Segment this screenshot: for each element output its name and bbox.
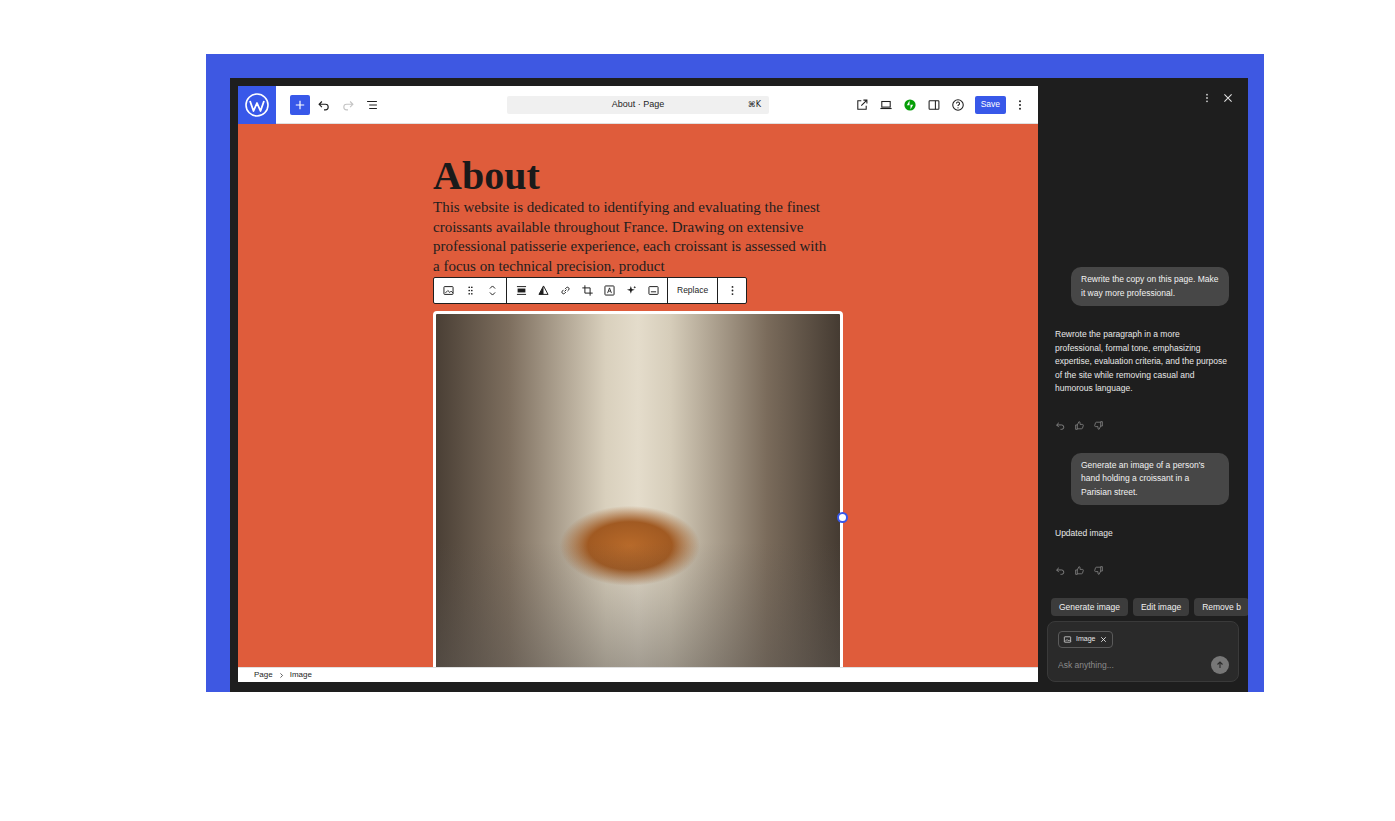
chat-composer: Image	[1047, 621, 1239, 682]
sparkle-icon	[625, 284, 638, 297]
assistant-reply: Updated image	[1055, 527, 1229, 541]
crop-icon	[581, 284, 594, 297]
chat-input[interactable]	[1058, 659, 1203, 672]
editor-canvas[interactable]: About This website is dedicated to ident…	[238, 124, 1038, 667]
feedback-row	[1055, 565, 1229, 576]
assistant-message: Rewrote the paragraph in a more professi…	[1055, 328, 1229, 431]
external-link-icon	[855, 98, 869, 112]
close-panel-button[interactable]	[1222, 89, 1234, 105]
page-paragraph[interactable]: This website is dedicated to identifying…	[433, 198, 835, 276]
toolbar-right: Save	[769, 95, 1038, 115]
breadcrumb-item[interactable]: Image	[290, 669, 312, 681]
jetpack-button[interactable]	[900, 95, 920, 115]
attachment-label: Image	[1076, 634, 1095, 645]
preview-button[interactable]	[876, 95, 896, 115]
command-bar[interactable]: About · Page ⌘K	[507, 96, 769, 114]
vertical-dots-icon	[726, 284, 739, 297]
breadcrumb-bar: Page Image	[238, 667, 1038, 682]
input-row	[1058, 656, 1229, 674]
send-button[interactable]	[1211, 656, 1229, 674]
thumbs-down-icon[interactable]	[1093, 565, 1104, 576]
shortcut-hint: ⌘K	[743, 99, 761, 111]
laptop-icon	[879, 98, 893, 112]
suggestion-chip[interactable]: Remove b	[1194, 598, 1248, 617]
ai-button[interactable]	[621, 280, 641, 302]
drag-icon	[464, 284, 477, 297]
chat-messages: Rewrite the copy on this page. Make it w…	[1038, 108, 1248, 576]
link-icon	[559, 284, 572, 297]
user-message: Generate an image of a person's hand hol…	[1071, 453, 1229, 506]
breadcrumb-item[interactable]: Page	[254, 669, 273, 681]
align-icon	[515, 284, 528, 297]
vertical-dots-icon	[1013, 98, 1027, 112]
undo-icon[interactable]	[1055, 565, 1066, 576]
duotone-icon	[537, 284, 550, 297]
close-icon	[1222, 92, 1234, 104]
options-button[interactable]	[1010, 95, 1030, 115]
list-view-button[interactable]	[362, 95, 382, 115]
replace-button[interactable]: Replace	[672, 286, 713, 295]
app-frame: About · Page ⌘K Save About This website …	[230, 78, 1248, 692]
caption-icon	[647, 284, 660, 297]
attachment-chip[interactable]: Image	[1058, 631, 1113, 648]
vertical-dots-icon	[1201, 92, 1213, 104]
thumbs-up-icon[interactable]	[1074, 420, 1085, 431]
top-toolbar: About · Page ⌘K Save	[238, 86, 1038, 124]
help-button[interactable]	[948, 95, 968, 115]
up-down-icon	[486, 284, 499, 297]
undo-button[interactable]	[314, 95, 334, 115]
toolbar-left	[238, 86, 507, 124]
link-button[interactable]	[555, 280, 575, 302]
undo-icon[interactable]	[1055, 420, 1066, 431]
duotone-button[interactable]	[533, 280, 553, 302]
redo-button[interactable]	[338, 95, 358, 115]
backdrop: About · Page ⌘K Save About This website …	[206, 54, 1264, 692]
assistant-reply: Rewrote the paragraph in a more professi…	[1055, 328, 1229, 396]
thumbs-down-icon[interactable]	[1093, 420, 1104, 431]
suggestion-chip[interactable]: Generate image	[1051, 598, 1128, 617]
settings-sidebar-button[interactable]	[924, 95, 944, 115]
block-toolbar: Replace	[433, 277, 747, 304]
help-icon	[951, 98, 965, 112]
image-icon	[1063, 635, 1072, 644]
suggestion-chip[interactable]: Edit image	[1133, 598, 1189, 617]
redo-icon	[341, 98, 355, 112]
list-view-icon	[365, 98, 379, 112]
chevron-right-icon	[278, 672, 285, 679]
image-block[interactable]	[433, 311, 843, 667]
plus-icon	[294, 99, 306, 111]
align-button[interactable]	[511, 280, 531, 302]
crop-button[interactable]	[577, 280, 597, 302]
feedback-row	[1055, 420, 1229, 431]
sidebar-icon	[927, 98, 941, 112]
user-message: Rewrite the copy on this page. Make it w…	[1071, 267, 1229, 306]
text-overlay-icon	[603, 284, 616, 297]
block-type-button[interactable]	[438, 280, 458, 302]
jetpack-icon	[903, 98, 917, 112]
save-button[interactable]: Save	[975, 96, 1006, 114]
view-page-button[interactable]	[852, 95, 872, 115]
panel-header	[1038, 86, 1248, 108]
document-title[interactable]: About · Page	[533, 98, 743, 112]
resize-handle[interactable]	[837, 512, 848, 523]
drag-handle[interactable]	[460, 280, 480, 302]
assistant-panel: Rewrite the copy on this page. Make it w…	[1038, 86, 1248, 692]
image-icon	[442, 284, 455, 297]
wordpress-logo-icon[interactable]	[238, 86, 276, 124]
add-block-button[interactable]	[290, 95, 310, 115]
arrow-up-icon	[1215, 660, 1225, 670]
caption-button[interactable]	[643, 280, 663, 302]
suggestion-chips: Generate image Edit image Remove b	[1038, 598, 1248, 617]
block-options-button[interactable]	[722, 280, 742, 302]
page-title[interactable]: About	[433, 156, 1038, 196]
assistant-message: Updated image	[1055, 527, 1229, 576]
remove-icon[interactable]	[1099, 635, 1108, 644]
panel-options-button[interactable]	[1201, 89, 1213, 105]
undo-icon	[317, 98, 331, 112]
editor: About · Page ⌘K Save About This website …	[238, 86, 1038, 682]
thumbs-up-icon[interactable]	[1074, 565, 1085, 576]
move-button[interactable]	[482, 280, 502, 302]
text-overlay-button[interactable]	[599, 280, 619, 302]
